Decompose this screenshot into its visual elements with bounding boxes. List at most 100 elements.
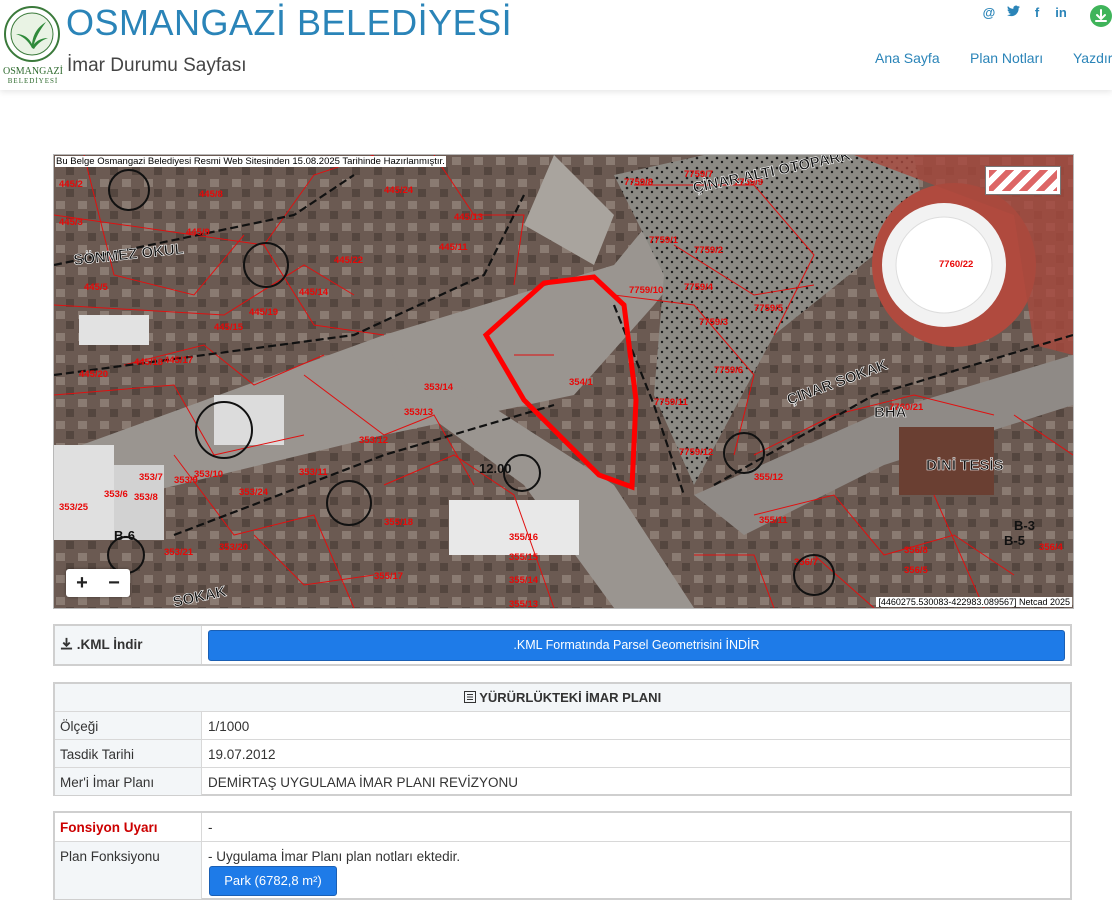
table-row: Tasdik Tarihi 19.07.2012 (55, 739, 1070, 768)
parcel-label: 354/1 (569, 377, 593, 388)
layer-thumbnail (989, 170, 1057, 191)
parcel-label: 445/11 (439, 242, 468, 253)
email-icon[interactable]: @ (981, 5, 997, 20)
parcel-label: 353/7 (139, 472, 163, 483)
parcel-label: 355/12 (754, 472, 783, 483)
parcel-label: 7759/2 (694, 245, 723, 256)
parcel-label: 7759/4 (684, 282, 714, 293)
parcel-label: 445/15 (214, 322, 244, 333)
download-icon[interactable] (1090, 5, 1112, 27)
parcel-label: 356/5 (904, 565, 928, 576)
logo-wordmark: OSMANGAZİ (3, 66, 63, 77)
parcel-label: 353/8 (134, 492, 158, 503)
social-links: @ f in (981, 5, 1069, 20)
parcel-label: 445/19 (249, 307, 278, 318)
zoom-control: + − (66, 569, 130, 597)
parcel-label: 353/24 (239, 487, 269, 498)
parcel-label: 445/13 (454, 212, 483, 223)
parcel-label: 445/5 (84, 282, 108, 293)
plan-function-table: Fonsiyon Uyarı - Plan Fonksiyonu - Uygul… (53, 811, 1072, 900)
parcel-label: 353/14 (424, 382, 454, 393)
table-row: Ölçeği 1/1000 (55, 711, 1070, 740)
parcel-label: 353/10 (194, 469, 223, 480)
parcel-label: 356/8 (904, 545, 928, 556)
parcel-label: 7759/8 (624, 177, 653, 188)
function-warning-label: Fonsiyon Uyarı (55, 813, 202, 841)
parcel-label: B-6 (114, 528, 135, 543)
table-row: Mer'i İmar Planı DEMİRTAŞ UYGULAMA İMAR … (55, 767, 1070, 795)
row-label: Mer'i İmar Planı (55, 768, 202, 795)
parcel-label: 445/24 (384, 185, 414, 196)
row-value: 19.07.2012 (208, 747, 276, 762)
parcel-label: 7759/11 (654, 397, 689, 408)
map-canvas[interactable]: 445/24 445/13 445/11 445/22 445/14 445/19 445/… (54, 155, 1073, 608)
parcel-label: B-5 (1004, 533, 1025, 548)
parcel-label: 355/18 (384, 517, 413, 528)
parcel-label: 353/12 (359, 435, 388, 446)
park-area-button[interactable]: Park (6782,8 m²) (209, 866, 337, 896)
parcel-label: 355/17 (374, 571, 403, 582)
parcel-label: 445/20 (79, 369, 108, 380)
parcel-label: 445/17 (164, 355, 193, 366)
nav-print[interactable]: Yazdır (1073, 50, 1112, 66)
function-warning-value: - (208, 820, 213, 835)
parcel-label: 353/20 (219, 542, 248, 553)
parcel-label: 7759/5 (754, 303, 784, 314)
parcel-label: 445/9 (186, 227, 210, 238)
parcel-label: 355/15 (509, 552, 539, 563)
site-title[interactable]: OSMANGAZİ BELEDİYESİ (66, 2, 512, 44)
nav-plan-notes[interactable]: Plan Notları (970, 50, 1043, 66)
row-label: Tasdik Tarihi (55, 740, 202, 768)
zoning-plan-table: YÜRÜRLÜKTEKİ İMAR PLANI Ölçeği 1/1000 Ta… (53, 682, 1072, 796)
list-icon (463, 691, 476, 703)
logo-sub-wordmark: BELEDİYESİ (7, 77, 59, 85)
zoning-plan-heading: YÜRÜRLÜKTEKİ İMAR PLANI (55, 684, 1070, 711)
parcel-label: 445/2 (59, 179, 83, 190)
page-subtitle: İmar Durumu Sayfası (67, 55, 247, 76)
zoom-out-button[interactable]: − (100, 570, 128, 596)
kml-download-button[interactable]: .KML Formatında Parsel Geometrisini İNDİ… (208, 630, 1065, 661)
street-label: DİNİ TESİS (926, 457, 1004, 474)
site-header: OSMANGAZİ BELEDİYESİ OSMANGAZİ BELEDİYES… (0, 0, 1112, 90)
zoom-in-button[interactable]: + (68, 570, 96, 596)
municipality-logo[interactable]: OSMANGAZİ BELEDİYESİ (2, 4, 63, 86)
parcel-label: 445/18 (134, 357, 163, 368)
street-label: BHA (874, 404, 907, 421)
parcel-label: 7760/22 (939, 259, 973, 270)
parcel-label: 353/25 (59, 502, 89, 513)
parcel-label: 7759/10 (629, 285, 663, 296)
twitter-icon[interactable] (1005, 5, 1021, 20)
parcel-label: 353/21 (164, 547, 194, 558)
kml-label-cell: .KML İndir (55, 626, 202, 664)
nav-home[interactable]: Ana Sayfa (875, 50, 940, 66)
parcel-label: 353/13 (404, 407, 433, 418)
table-row: Plan Fonksiyonu - Uygulama İmar Planı pl… (55, 841, 1070, 899)
parcel-label: 353/11 (299, 467, 328, 478)
parcel-map[interactable]: 445/24 445/13 445/11 445/22 445/14 445/19 445/… (53, 154, 1074, 609)
layer-switch-button[interactable] (985, 166, 1061, 195)
parcel-label: 353/9 (174, 475, 198, 486)
parcel-label: 7759/1 (649, 235, 679, 246)
parcel-label: 355/13 (509, 599, 538, 608)
parcel-label: B-3 (1014, 518, 1035, 533)
parcel-label: 356/4 (1039, 542, 1063, 553)
linkedin-icon[interactable]: in (1053, 5, 1069, 20)
parcel-label: 445/3 (59, 217, 83, 228)
facebook-icon[interactable]: f (1029, 5, 1045, 20)
parcel-label: 7759/3 (699, 317, 728, 328)
parcel-label: 445/8 (199, 189, 223, 200)
plan-function-note: - Uygulama İmar Planı plan notları ekted… (208, 849, 461, 864)
table-row: Fonsiyon Uyarı - (55, 813, 1070, 841)
parcel-label: 353/6 (104, 489, 128, 500)
parcel-label: 355/11 (759, 515, 788, 526)
parcel-label: 355/16 (509, 532, 538, 543)
zoning-plan-title: YÜRÜRLÜKTEKİ İMAR PLANI (479, 690, 662, 705)
kml-label: .KML İndir (76, 637, 143, 652)
parcel-label: 445/22 (334, 255, 363, 266)
row-label: Ölçeği (55, 712, 202, 740)
row-value: 1/1000 (208, 719, 250, 734)
download-icon (60, 637, 73, 650)
row-value: DEMİRTAŞ UYGULAMA İMAR PLANI REVİZYONU (208, 775, 519, 790)
parcel-label: 7759/6 (714, 365, 743, 376)
plan-function-label: Plan Fonksiyonu (55, 842, 202, 899)
